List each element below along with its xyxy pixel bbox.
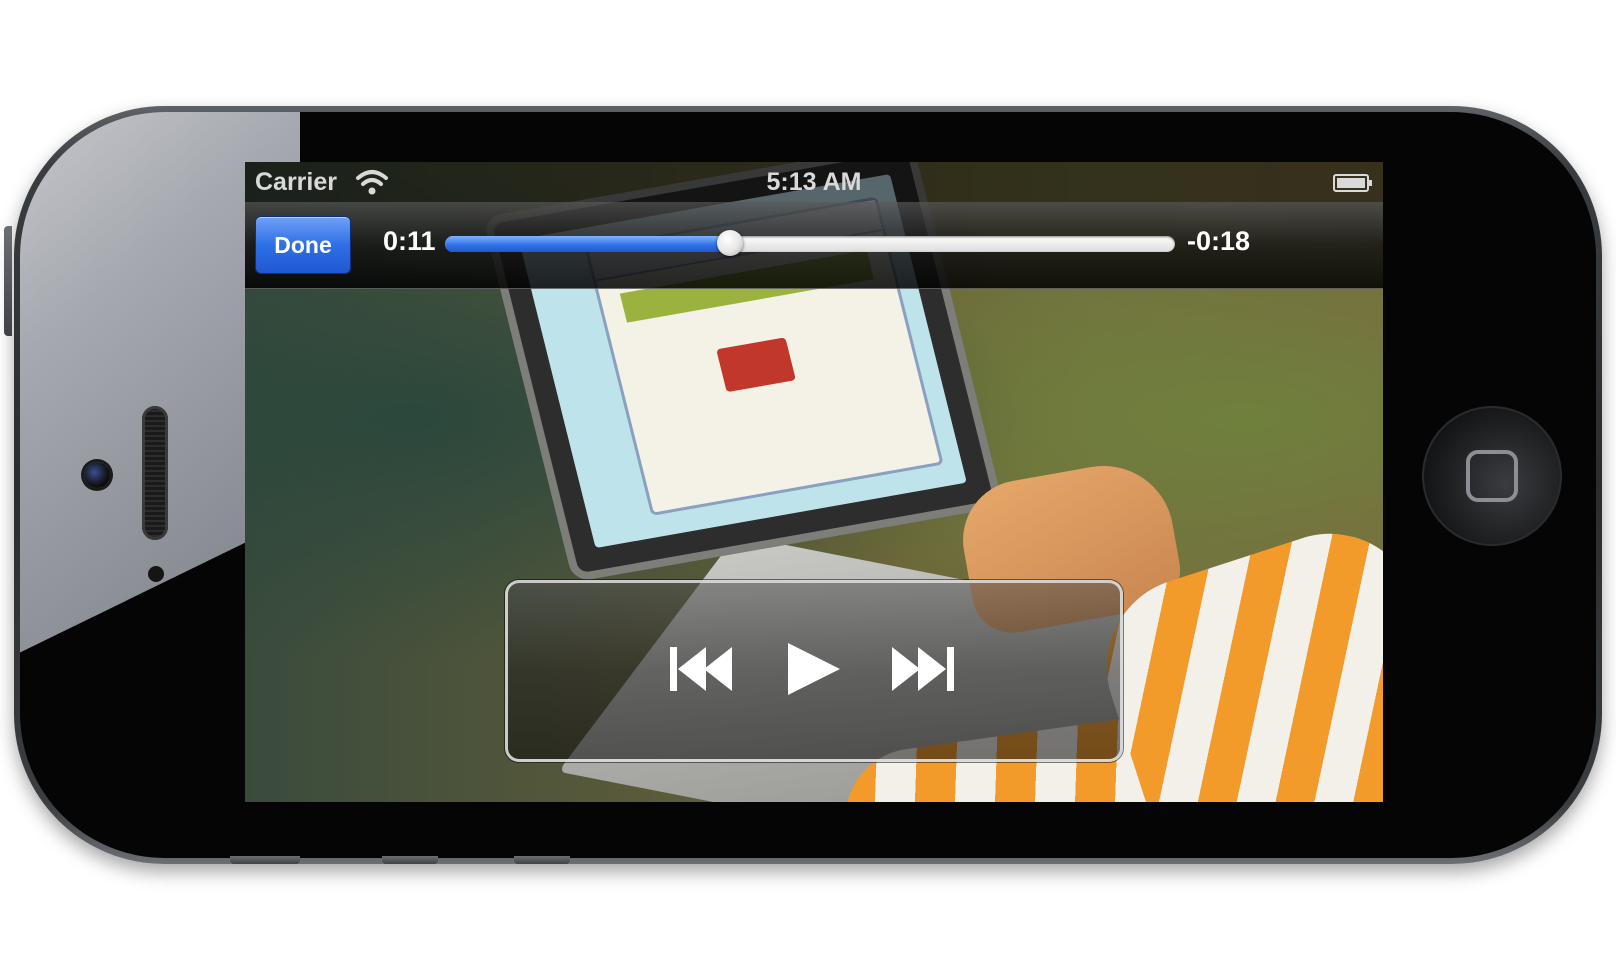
- status-bar: Carrier 5:13 AM: [245, 162, 1383, 202]
- volume-button[interactable]: [4, 226, 12, 336]
- skip-back-icon[interactable]: [666, 639, 736, 699]
- hardware-button-1[interactable]: [230, 856, 300, 864]
- remaining-time: -0:18: [1187, 226, 1251, 256]
- front-camera-icon: [84, 462, 110, 488]
- transport-controls: [505, 580, 1123, 762]
- proximity-sensor-icon: [148, 566, 164, 582]
- battery-icon: [1333, 174, 1372, 192]
- earpiece-speaker-icon: [142, 406, 168, 540]
- done-button[interactable]: Done: [255, 216, 351, 274]
- player-top-bar: Done 0:11 -0:18: [245, 202, 1383, 289]
- status-time: 5:13 AM: [766, 168, 862, 196]
- scrubber-track[interactable]: [445, 230, 1175, 256]
- scrubber-progress: [445, 236, 730, 252]
- hardware-button-3[interactable]: [514, 856, 570, 864]
- elapsed-time: 0:11: [383, 226, 436, 256]
- device-screen: Carrier 5:13 AM Done 0:11 -0:18: [245, 162, 1383, 802]
- skip-forward-icon[interactable]: [888, 639, 958, 699]
- home-square-icon: [1466, 450, 1518, 502]
- home-button[interactable]: [1422, 406, 1562, 546]
- shopping-cart-icon: [716, 337, 796, 393]
- hardware-button-2[interactable]: [382, 856, 438, 864]
- phone-mockup: Carrier 5:13 AM Done 0:11 -0:18: [0, 0, 1616, 970]
- scrubber-thumb[interactable]: [717, 230, 743, 256]
- play-icon[interactable]: [782, 639, 844, 699]
